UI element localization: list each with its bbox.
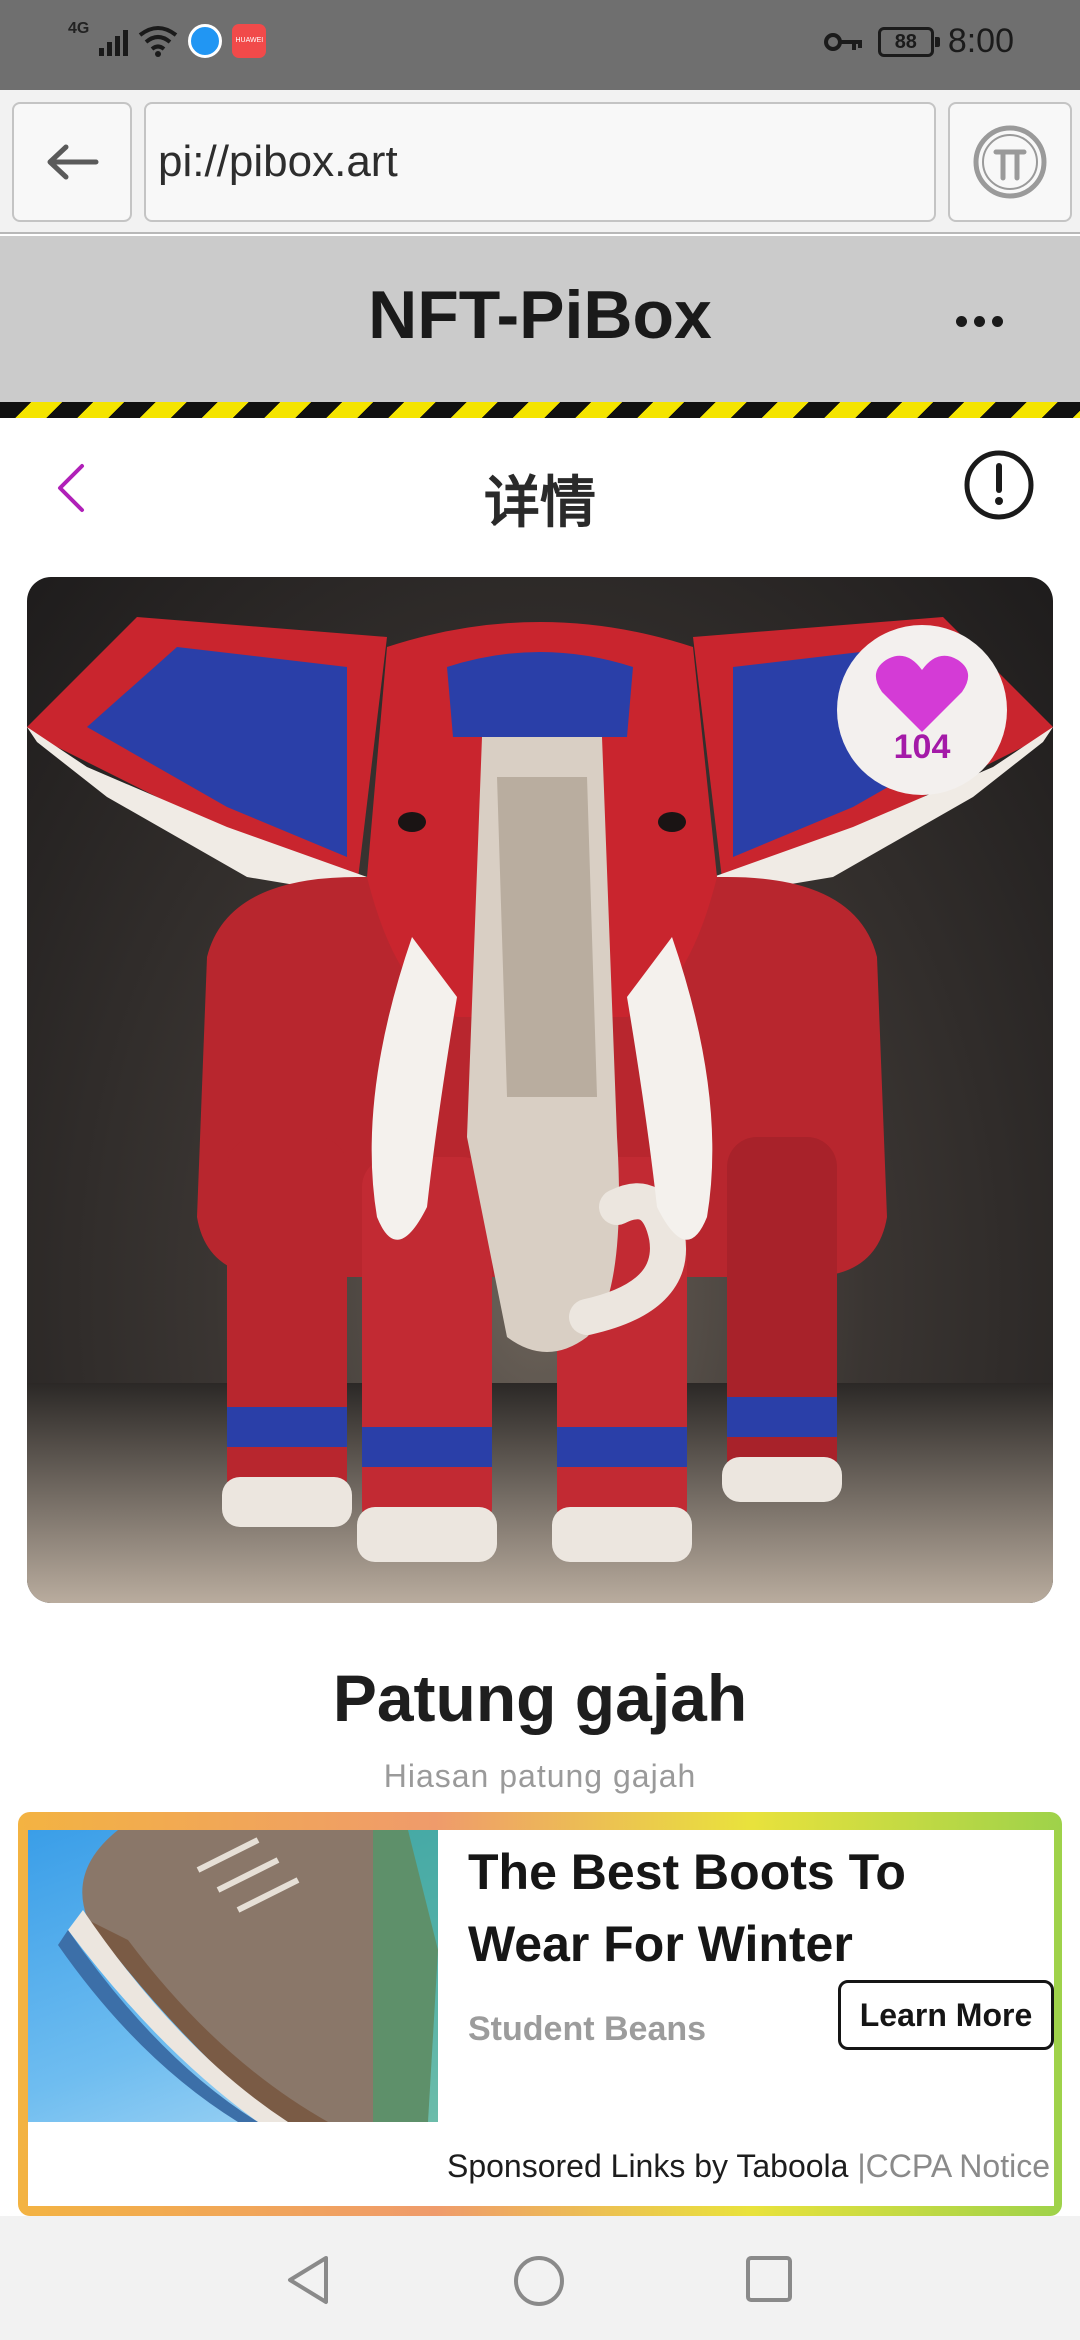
- network-type: 4G: [68, 20, 90, 37]
- like-count: 104: [893, 727, 951, 766]
- page-title: 详情: [484, 471, 596, 534]
- detail-nav-bar: 详情: [0, 418, 1080, 558]
- signal-icon: [99, 26, 129, 56]
- url-field[interactable]: pi://pibox.art: [144, 102, 936, 222]
- footer-separator: |: [857, 2148, 866, 2184]
- ad-boot-image[interactable]: [28, 1830, 438, 2122]
- browser-back-button[interactable]: [12, 102, 132, 222]
- pi-browser-button[interactable]: [948, 102, 1072, 222]
- nft-description: Hiasan patung gajah: [383, 1758, 697, 1794]
- ad-footer: Sponsored Links by Taboola |CCPA Notice: [447, 2148, 1050, 2185]
- hazard-stripe-divider: [0, 402, 1080, 418]
- system-navigation-bar: [0, 2216, 1080, 2340]
- notification-app-icon: [188, 24, 223, 58]
- key-icon: [823, 32, 862, 51]
- like-badge[interactable]: 104: [837, 625, 1007, 795]
- learn-more-button[interactable]: Learn More: [838, 1980, 1054, 2050]
- wifi-icon: [139, 26, 178, 57]
- pi-logo-icon: [973, 125, 1047, 199]
- sponsored-ad[interactable]: The Best Boots To Wear For Winter Studen…: [28, 1830, 1054, 2206]
- heart-icon: [875, 655, 969, 732]
- clock: 8:00: [947, 22, 1014, 60]
- triangle-back-icon[interactable]: [284, 2254, 332, 2306]
- app-title: NFT-PiBox: [368, 277, 712, 353]
- info-circle-icon[interactable]: [962, 448, 1036, 522]
- battery-icon: 88: [877, 26, 940, 57]
- browser-toolbar: pi://pibox.art: [0, 90, 1080, 234]
- ccpa-notice-link[interactable]: CCPA Notice: [866, 2148, 1050, 2184]
- more-horizontal-icon[interactable]: [956, 306, 1016, 336]
- ad-headline[interactable]: The Best Boots To Wear For Winter: [468, 1836, 1028, 1980]
- arrow-left-icon: [47, 144, 99, 180]
- status-left: 4G HUAWEI: [68, 20, 267, 58]
- boot-illustration: [58, 1830, 438, 2122]
- sponsored-links-label[interactable]: Sponsored Links by Taboola: [447, 2148, 848, 2184]
- nft-artwork-image: 104: [27, 577, 1053, 1603]
- app-header: NFT-PiBox: [0, 236, 1080, 402]
- status-bar: 4G HUAWEI 88 8:00: [0, 0, 1080, 90]
- ad-source: Student Beans: [468, 2010, 707, 2048]
- nft-name: Patung gajah: [332, 1661, 748, 1735]
- huawei-app-icon: HUAWEI: [232, 24, 267, 58]
- square-recents-icon[interactable]: [744, 2254, 794, 2304]
- status-right: 88 8:00: [823, 22, 1014, 61]
- circle-home-icon[interactable]: [512, 2254, 566, 2308]
